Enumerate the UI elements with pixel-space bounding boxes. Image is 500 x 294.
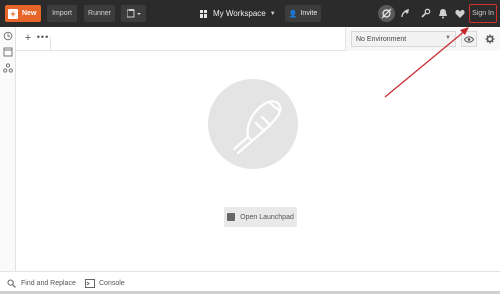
workspace-label: My Workspace bbox=[213, 9, 266, 18]
new-window-button[interactable] bbox=[121, 5, 146, 22]
bell-icon[interactable] bbox=[435, 6, 450, 21]
settings-wrench-icon[interactable] bbox=[418, 6, 433, 21]
environment-settings-button[interactable] bbox=[483, 31, 497, 47]
satellite-icon[interactable] bbox=[398, 6, 413, 21]
import-button[interactable]: Import bbox=[47, 5, 77, 22]
gear-icon bbox=[485, 34, 495, 44]
workspace-grid-icon bbox=[200, 9, 208, 18]
tab-bar: + ••• No Environment ▼ bbox=[16, 27, 500, 51]
find-replace-label: Find and Replace bbox=[21, 279, 76, 287]
collections-icon[interactable] bbox=[3, 47, 13, 57]
launchpad-icon bbox=[227, 213, 236, 221]
chevron-down-icon: ▼ bbox=[269, 10, 276, 17]
environment-select[interactable]: No Environment ▼ bbox=[351, 31, 456, 47]
environment-selected-label: No Environment bbox=[356, 35, 407, 43]
launchpad-label: Open Launchpad bbox=[240, 213, 294, 221]
environment-quick-look-button[interactable] bbox=[461, 31, 477, 47]
find-replace-button[interactable]: Find and Replace bbox=[7, 276, 76, 290]
status-bar: Find and Replace Console bbox=[0, 271, 500, 294]
open-launchpad-button[interactable]: Open Launchpad bbox=[224, 207, 297, 227]
header-bar: + New Import Runner My Workspace ▼ 👤 Inv… bbox=[0, 0, 500, 27]
history-icon[interactable] bbox=[3, 31, 13, 41]
new-button[interactable]: + New bbox=[5, 5, 41, 22]
new-tab-button[interactable]: + bbox=[22, 32, 34, 44]
find-icon bbox=[7, 279, 16, 288]
chevron-down-icon: ▼ bbox=[445, 35, 451, 41]
environment-panel: No Environment ▼ bbox=[345, 28, 500, 51]
sync-icon[interactable] bbox=[378, 5, 395, 22]
new-window-icon bbox=[126, 9, 141, 18]
sign-in-button[interactable]: Sign In bbox=[469, 4, 497, 23]
heart-icon[interactable] bbox=[452, 6, 467, 21]
more-tabs-button[interactable]: ••• bbox=[36, 32, 50, 44]
add-user-icon: 👤 bbox=[288, 10, 298, 18]
new-button-label: New bbox=[22, 10, 37, 17]
invite-button[interactable]: 👤 Invite bbox=[285, 5, 321, 22]
console-label: Console bbox=[99, 279, 125, 287]
runner-button[interactable]: Runner bbox=[84, 5, 115, 22]
eye-icon bbox=[464, 35, 474, 43]
postman-logo-icon bbox=[208, 79, 298, 169]
invite-label: Invite bbox=[300, 10, 318, 17]
apis-icon[interactable] bbox=[3, 63, 13, 73]
postman-app: + New Import Runner My Workspace ▼ 👤 Inv… bbox=[0, 0, 500, 294]
left-sidebar bbox=[0, 27, 16, 271]
console-icon bbox=[85, 278, 95, 288]
console-button[interactable]: Console bbox=[85, 276, 125, 290]
plus-icon: + bbox=[8, 8, 18, 19]
workspace-switcher[interactable]: My Workspace ▼ bbox=[200, 6, 276, 21]
tab-divider bbox=[50, 37, 51, 51]
